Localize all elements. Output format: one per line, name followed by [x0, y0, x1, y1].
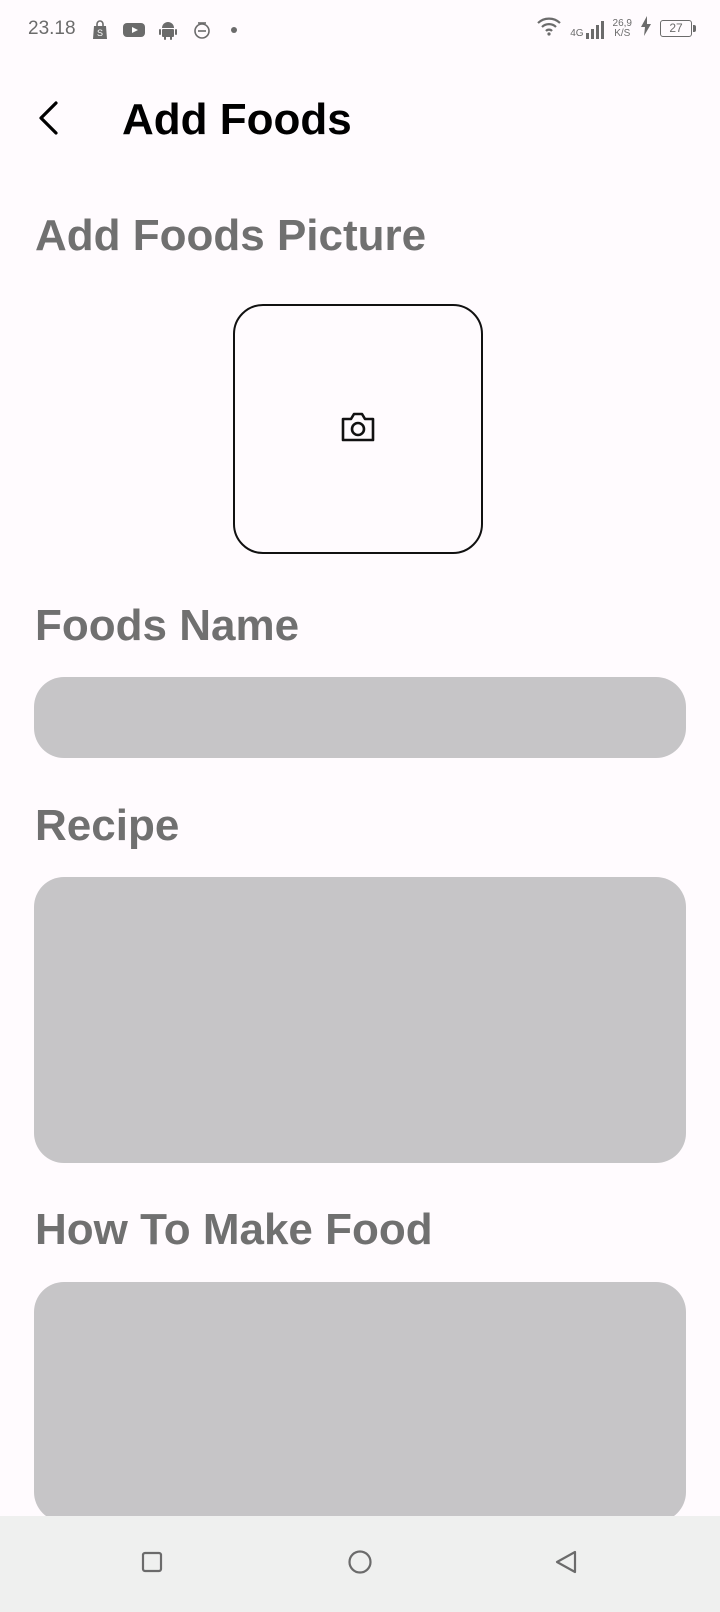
- recipe-input[interactable]: [34, 877, 686, 1163]
- how-to-make-input[interactable]: [34, 1282, 686, 1522]
- wifi-icon: [536, 16, 562, 41]
- foods-name-input[interactable]: [34, 677, 686, 758]
- picture-label: Add Foods Picture: [35, 211, 427, 260]
- shopping-bag-icon: S: [89, 19, 111, 41]
- status-time: 23.18: [28, 18, 76, 39]
- svg-text:S: S: [97, 28, 103, 38]
- photo-picker-button[interactable]: [233, 304, 483, 554]
- system-back-button[interactable]: [548, 1546, 584, 1582]
- square-icon: [140, 1550, 164, 1579]
- speed-unit: K/S: [614, 27, 631, 39]
- chevron-left-icon: [36, 100, 60, 141]
- page-title: Add Foods: [122, 95, 352, 144]
- how-to-make-label: How To Make Food: [35, 1205, 433, 1254]
- more-notifications-dot: [231, 27, 237, 33]
- home-button[interactable]: [342, 1546, 378, 1582]
- status-bar: 23.18 S 4G 26,9 K/S 27: [0, 0, 720, 60]
- network-speed: 26,9 K/S: [612, 17, 632, 39]
- foods-name-label: Foods Name: [35, 601, 300, 650]
- charging-icon: [640, 16, 652, 41]
- android-icon: [157, 19, 179, 41]
- notification-icons: S: [89, 18, 237, 42]
- system-nav-bar: [0, 1516, 720, 1612]
- circle-icon: [347, 1549, 373, 1580]
- app-bar: Add Foods: [0, 80, 720, 160]
- battery-icon: 27: [660, 20, 696, 37]
- recipe-label: Recipe: [35, 801, 180, 850]
- app-notification-icon: [191, 19, 213, 41]
- youtube-icon: [123, 19, 145, 41]
- system-icons: 4G 26,9 K/S 27: [536, 16, 696, 41]
- cell-signal-icon: 4G: [570, 19, 604, 39]
- back-button[interactable]: [28, 98, 68, 142]
- network-type: 4G: [570, 27, 584, 39]
- recent-apps-button[interactable]: [134, 1546, 170, 1582]
- triangle-left-icon: [553, 1549, 579, 1580]
- speed-value: 26,9: [612, 17, 632, 29]
- camera-icon: [340, 411, 376, 448]
